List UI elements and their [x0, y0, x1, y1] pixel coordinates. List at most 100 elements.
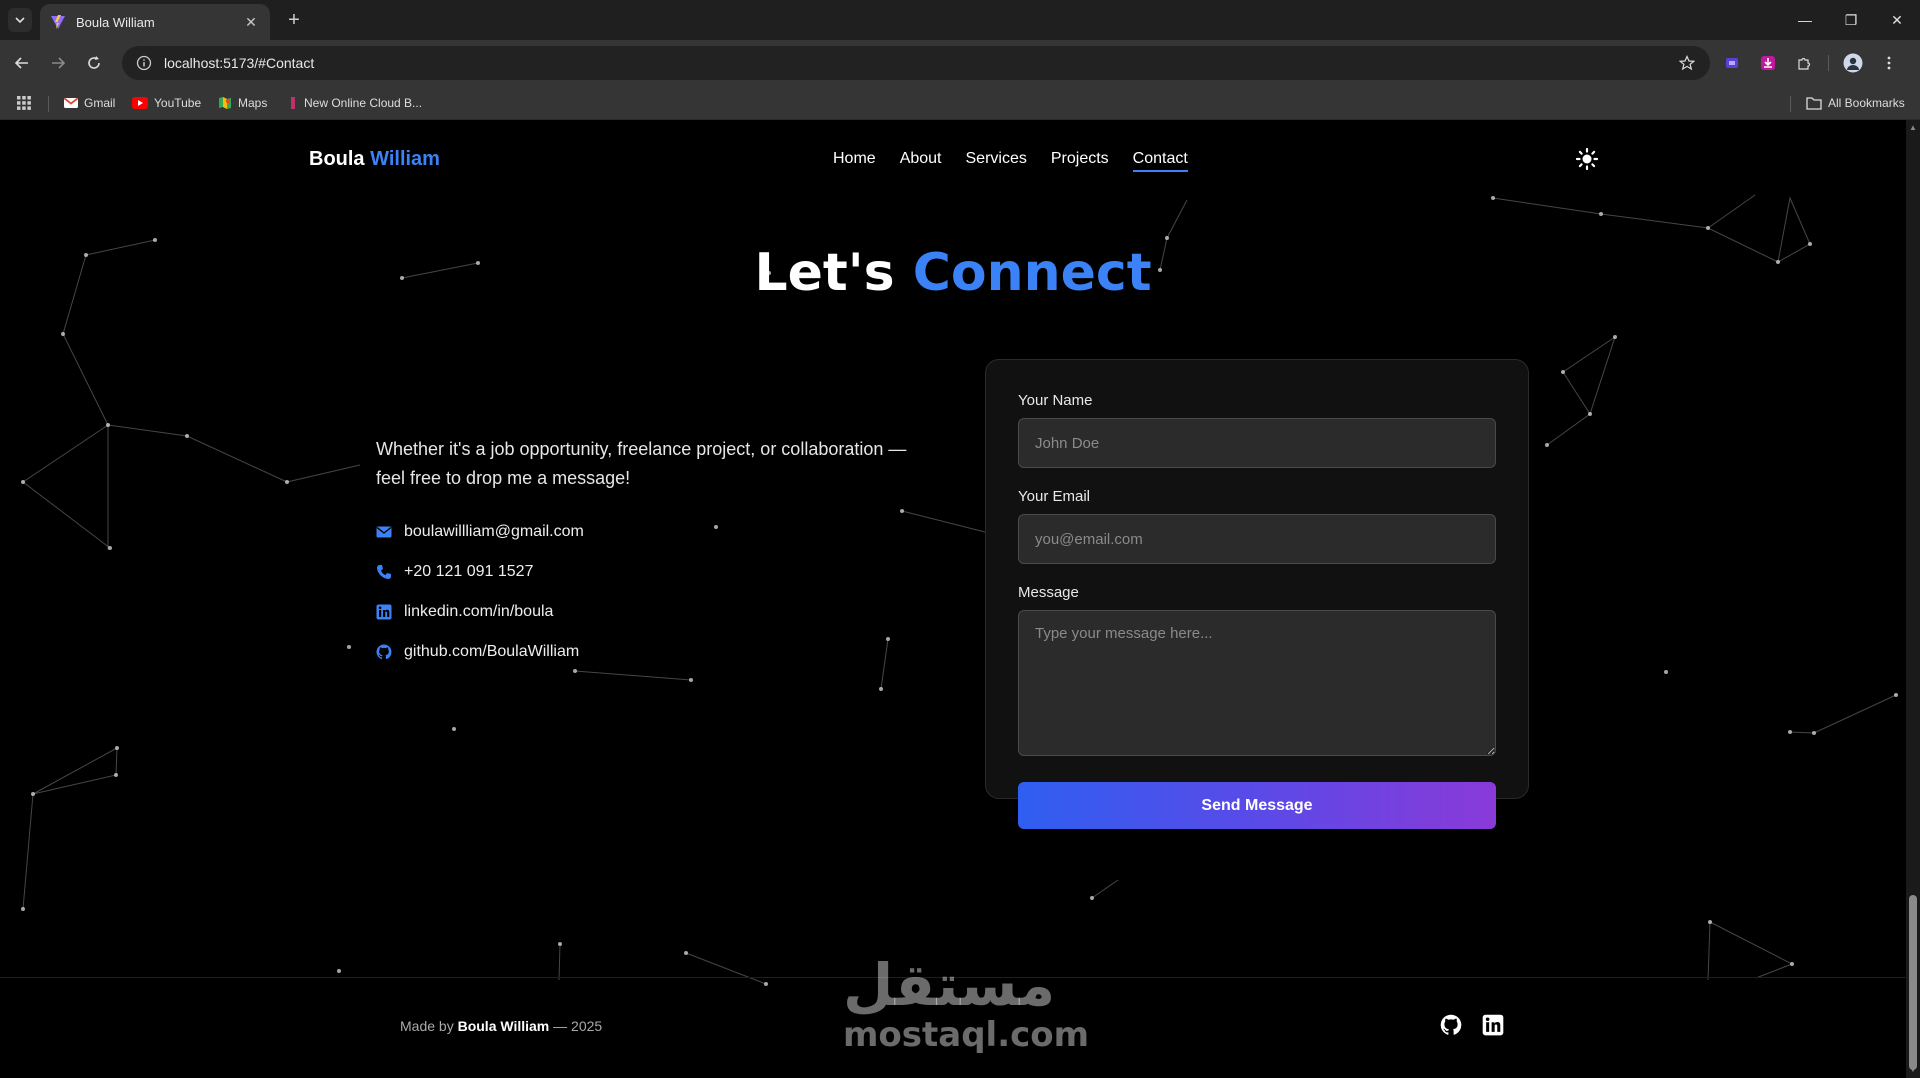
bookmark-cloud[interactable]: New Online Cloud B... [288, 92, 422, 114]
apps-grid-icon[interactable] [16, 92, 32, 114]
back-button[interactable] [10, 51, 34, 75]
bookmark-label: New Online Cloud B... [304, 96, 423, 110]
email-text: boulawillliam@gmail.com [404, 523, 584, 540]
contact-details: boulawillliam@gmail.com +20 121 091 1527… [376, 520, 584, 680]
mostaql-watermark: مستقل mostaql.com [843, 951, 1090, 1055]
envelope-icon [376, 526, 392, 538]
reload-icon [88, 56, 100, 69]
message-label: Message [1018, 584, 1079, 601]
linkedin-icon[interactable] [1482, 1014, 1504, 1036]
chevron-down-icon [15, 17, 25, 24]
brand-last-name: William [370, 148, 440, 170]
close-window-button[interactable]: ✕ [1874, 0, 1920, 40]
send-message-button[interactable]: Send Message [1018, 782, 1496, 829]
email-input[interactable] [1018, 514, 1496, 564]
bookmark-label: Maps [238, 96, 268, 110]
github-icon[interactable] [1440, 1014, 1462, 1036]
github-icon [376, 644, 392, 660]
bookmark-gmail[interactable]: Gmail [64, 92, 115, 114]
nav-link-projects[interactable]: Projects [1051, 150, 1109, 172]
contact-intro: Whether it's a job opportunity, freelanc… [376, 439, 907, 488]
tab-search-button[interactable] [8, 8, 32, 32]
menu-kebab-icon[interactable] [1877, 51, 1901, 75]
name-input[interactable] [1018, 418, 1496, 468]
github-text: github.com/BoulaWilliam [404, 643, 580, 660]
arrow-right-icon [52, 57, 66, 69]
nav-link-services[interactable]: Services [966, 150, 1027, 172]
footer-made-by: Made by [400, 1018, 454, 1034]
message-textarea[interactable] [1018, 610, 1496, 756]
puzzle-extensions-icon[interactable] [1792, 51, 1816, 75]
bookmark-star-icon[interactable] [1676, 52, 1698, 74]
sun-icon[interactable] [1575, 147, 1599, 171]
extension-purple-icon[interactable] [1720, 51, 1744, 75]
tab-title: Boula William [76, 14, 155, 30]
bookmarks-divider [48, 96, 49, 112]
watermark-latin: mostaql.com [843, 1015, 1090, 1055]
arrow-left-icon [14, 57, 28, 69]
all-bookmarks-label: All Bookmarks [1828, 96, 1905, 110]
close-icon[interactable]: ✕ [242, 14, 260, 31]
nav-menu: Home About Services Projects Contact [833, 150, 1188, 172]
linkedin-text: linkedin.com/in/boula [404, 603, 554, 620]
new-tab-button[interactable]: + [282, 8, 306, 32]
linkedin-icon [376, 604, 392, 620]
all-bookmarks[interactable]: All Bookmarks [1806, 92, 1905, 114]
bookmark-label: YouTube [154, 96, 202, 110]
footer-year: — 2025 [553, 1018, 603, 1034]
phone-icon [377, 565, 391, 579]
folder-icon [1806, 97, 1822, 110]
footer-credit: Made by Boula William — 2025 [400, 1018, 602, 1034]
forward-button[interactable] [46, 51, 70, 75]
bookmark-label: Gmail [84, 96, 116, 110]
contact-linkedin[interactable]: linkedin.com/in/boula [376, 600, 584, 624]
nav-link-contact[interactable]: Contact [1132, 150, 1188, 172]
youtube-icon [132, 97, 148, 109]
title-accent: Connect [912, 243, 1152, 303]
window-controls: — ❐ ✕ [1782, 0, 1920, 40]
section-title: Let's Connect [0, 243, 1906, 303]
url-text: localhost:5173/#Contact [164, 55, 315, 71]
reload-button[interactable] [82, 51, 106, 75]
portfolio-page: Boula William Home About Services Projec… [0, 120, 1906, 1078]
watermark-arabic: مستقل [843, 951, 1056, 1019]
phone-text: +20 121 091 1527 [404, 563, 534, 580]
contact-form: Your Name Your Email Message Send Messag… [985, 359, 1529, 829]
footer-author: Boula William [457, 1018, 550, 1034]
contact-github[interactable]: github.com/BoulaWilliam [376, 640, 584, 664]
vite-favicon-icon [51, 15, 65, 29]
contact-email[interactable]: boulawillliam@gmail.com [376, 520, 584, 544]
maps-icon [219, 97, 231, 109]
cloud-favicon-icon [291, 97, 295, 109]
nav-link-home[interactable]: Home [833, 150, 876, 172]
bookmark-maps[interactable]: Maps [218, 92, 267, 114]
scroll-thumb[interactable] [1909, 895, 1917, 1070]
bookmarks-divider [1790, 96, 1791, 112]
scroll-down-arrow-icon[interactable]: ▼ [1908, 1065, 1918, 1075]
brand-logo[interactable]: Boula William [309, 148, 440, 171]
contact-phone[interactable]: +20 121 091 1527 [376, 560, 584, 584]
browser-tab[interactable]: Boula William ✕ [40, 4, 270, 40]
toolbar-divider [1828, 55, 1829, 71]
page-scrollbar[interactable]: ▲ ▼ [1906, 120, 1920, 1078]
profile-avatar-icon[interactable] [1841, 51, 1865, 75]
footer-social [1440, 1014, 1504, 1036]
name-label: Your Name [1018, 392, 1093, 409]
download-extension-icon[interactable] [1756, 51, 1780, 75]
bookmarks-bar: Gmail YouTube Maps New Online Cloud B...… [0, 86, 1920, 120]
nav-link-about[interactable]: About [900, 150, 942, 172]
browser-toolbar: localhost:5173/#Contact [0, 40, 1920, 86]
extensions-area [1720, 51, 1901, 75]
restore-button[interactable]: ❐ [1828, 0, 1874, 40]
bookmark-youtube[interactable]: YouTube [132, 92, 201, 114]
minimize-button[interactable]: — [1782, 0, 1828, 40]
title-first: Let's [754, 243, 895, 303]
gmail-icon [64, 97, 78, 108]
browser-tab-bar: Boula William ✕ + — ❐ ✕ [0, 0, 1920, 40]
address-bar[interactable]: localhost:5173/#Contact [122, 46, 1710, 80]
site-info-icon[interactable] [134, 53, 154, 73]
email-label: Your Email [1018, 488, 1090, 505]
site-navbar: Boula William Home About Services Projec… [0, 120, 1906, 198]
brand-first-name: Boula [309, 148, 365, 170]
scroll-up-arrow-icon[interactable]: ▲ [1908, 123, 1918, 133]
